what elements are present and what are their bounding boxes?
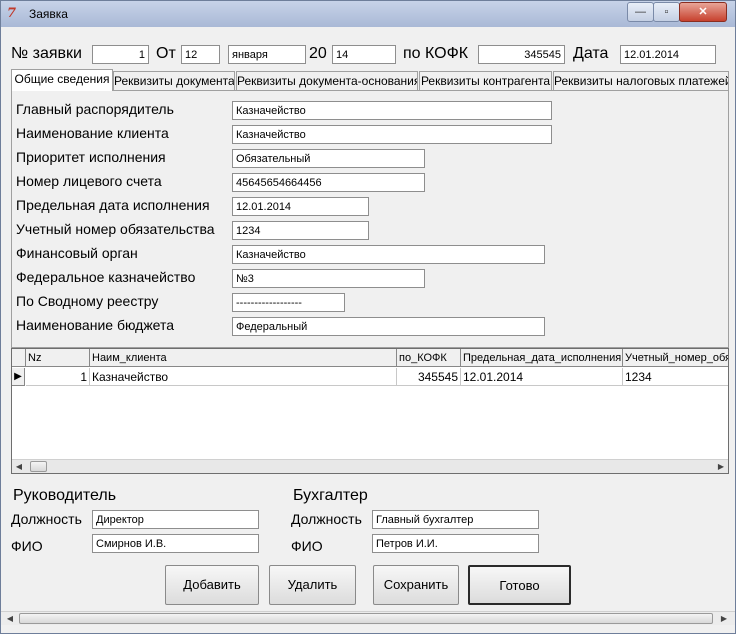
head-position-label: Должность [11, 511, 82, 527]
title-bar[interactable]: 7 Заявка — ▫ ✕ [1, 1, 735, 27]
account-number-field[interactable]: 45645654664456 [232, 173, 425, 192]
data-grid[interactable]: Nz Наим_клиента по_КОФК Предельная_дата_… [11, 348, 729, 474]
order-no-label: № заявки [11, 45, 82, 62]
accountant-name-label: ФИО [291, 538, 323, 554]
tab-tax-payments[interactable]: Реквизиты налоговых платежей [553, 71, 729, 90]
client-name-field[interactable]: Казначейство [232, 125, 552, 144]
minimize-icon: — [635, 6, 646, 18]
year-prefix-label: 20 [309, 45, 327, 62]
field-label: Предельная дата исполнения [16, 197, 210, 213]
window-scroll-thumb[interactable] [19, 613, 713, 624]
delete-button[interactable]: Удалить [269, 565, 356, 605]
chief-manager-field[interactable]: Казначейство [232, 101, 552, 120]
accountant-name-field[interactable]: Петров И.И. [372, 534, 539, 553]
federal-treasury-field[interactable]: №3 [232, 269, 425, 288]
accountant-position-field[interactable]: Главный бухгалтер [372, 510, 539, 529]
field-label: По Сводному реестру [16, 293, 159, 309]
maximize-icon: ▫ [664, 6, 669, 18]
budget-name-field[interactable]: Федеральный [232, 317, 545, 336]
field-label: Главный распорядитель [16, 101, 174, 117]
tab-basis-document-details[interactable]: Реквизиты документа-основания [236, 71, 418, 90]
consolidated-registry-field[interactable]: ------------------ [232, 293, 345, 312]
head-name-field[interactable]: Смирнов И.В. [92, 534, 259, 553]
field-label: Наименование бюджета [16, 317, 175, 333]
window-horizontal-scrollbar[interactable]: ◀ ▶ [1, 611, 735, 625]
order-no-field[interactable]: 1 [92, 45, 149, 64]
scroll-right-icon[interactable]: ▶ [714, 460, 728, 473]
general-info-panel: Главный распорядитель Казначейство Наиме… [11, 90, 729, 348]
tab-counterparty-details[interactable]: Реквизиты контрагента [419, 71, 552, 90]
application-window: 7 Заявка — ▫ ✕ № заявки 1 От 12 января 2… [0, 0, 736, 634]
date-field[interactable]: 12.01.2014 [620, 45, 716, 64]
window-title: Заявка [29, 7, 68, 21]
tab-document-details[interactable]: Реквизиты документа [113, 71, 235, 90]
column-header[interactable]: Учетный_номер_обязательства [623, 349, 728, 367]
grid-corner [12, 349, 26, 367]
field-label: Учетный номер обязательства [16, 221, 215, 237]
accountant-position-label: Должность [291, 511, 362, 527]
kofk-field[interactable]: 345545 [478, 45, 565, 64]
date-label: Дата [573, 45, 609, 62]
save-button[interactable]: Сохранить [373, 565, 459, 605]
financial-body-field[interactable]: Казначейство [232, 245, 545, 264]
field-label: Финансовый орган [16, 245, 138, 261]
close-button[interactable]: ✕ [679, 2, 727, 22]
deadline-date-field[interactable]: 12.01.2014 [232, 197, 369, 216]
field-label: Наименование клиента [16, 125, 169, 141]
maximize-button[interactable]: ▫ [653, 2, 680, 22]
obligation-number-field[interactable]: 1234 [232, 221, 369, 240]
year-field[interactable]: 14 [332, 45, 396, 64]
scroll-left-icon[interactable]: ◀ [12, 460, 26, 473]
field-label: Приоритет исполнения [16, 149, 166, 165]
tab-strip: Общие сведения Реквизиты документа Рекви… [11, 69, 729, 91]
add-button[interactable]: Добавить [165, 565, 259, 605]
close-icon: ✕ [698, 6, 708, 18]
tab-general[interactable]: Общие сведения [11, 69, 113, 91]
table-cell[interactable]: Казначейство [90, 368, 397, 386]
column-header[interactable]: Наим_клиента [90, 349, 397, 367]
table-cell[interactable]: 345545 [397, 368, 461, 386]
column-header[interactable]: Предельная_дата_исполнения [461, 349, 623, 367]
row-indicator-icon: ▶ [12, 368, 25, 386]
day-field[interactable]: 12 [181, 45, 220, 64]
app-icon: 7 [7, 6, 17, 21]
field-label: Федеральное казначейство [16, 269, 196, 285]
window-scroll-right-icon[interactable]: ▶ [717, 612, 731, 625]
table-cell[interactable]: 1 [26, 368, 90, 386]
scroll-thumb[interactable] [30, 461, 47, 472]
month-field[interactable]: января [228, 45, 306, 64]
from-label: От [156, 45, 176, 62]
field-label: Номер лицевого счета [16, 173, 162, 189]
kofk-label: по КОФК [403, 45, 469, 62]
window-scroll-left-icon[interactable]: ◀ [3, 612, 17, 625]
head-name-label: ФИО [11, 538, 43, 554]
accountant-title: Бухгалтер [293, 487, 368, 504]
column-header[interactable]: по_КОФК [397, 349, 461, 367]
table-cell[interactable]: 12.01.2014 [461, 368, 623, 386]
head-title: Руководитель [13, 487, 117, 504]
head-position-field[interactable]: Директор [92, 510, 259, 529]
done-button[interactable]: Готово [468, 565, 571, 605]
table-cell[interactable]: 1234 [623, 368, 728, 386]
grid-horizontal-scrollbar[interactable]: ◀ ▶ [12, 459, 728, 473]
minimize-button[interactable]: — [627, 2, 654, 22]
column-header[interactable]: Nz [26, 349, 90, 367]
priority-field[interactable]: Обязательный [232, 149, 425, 168]
